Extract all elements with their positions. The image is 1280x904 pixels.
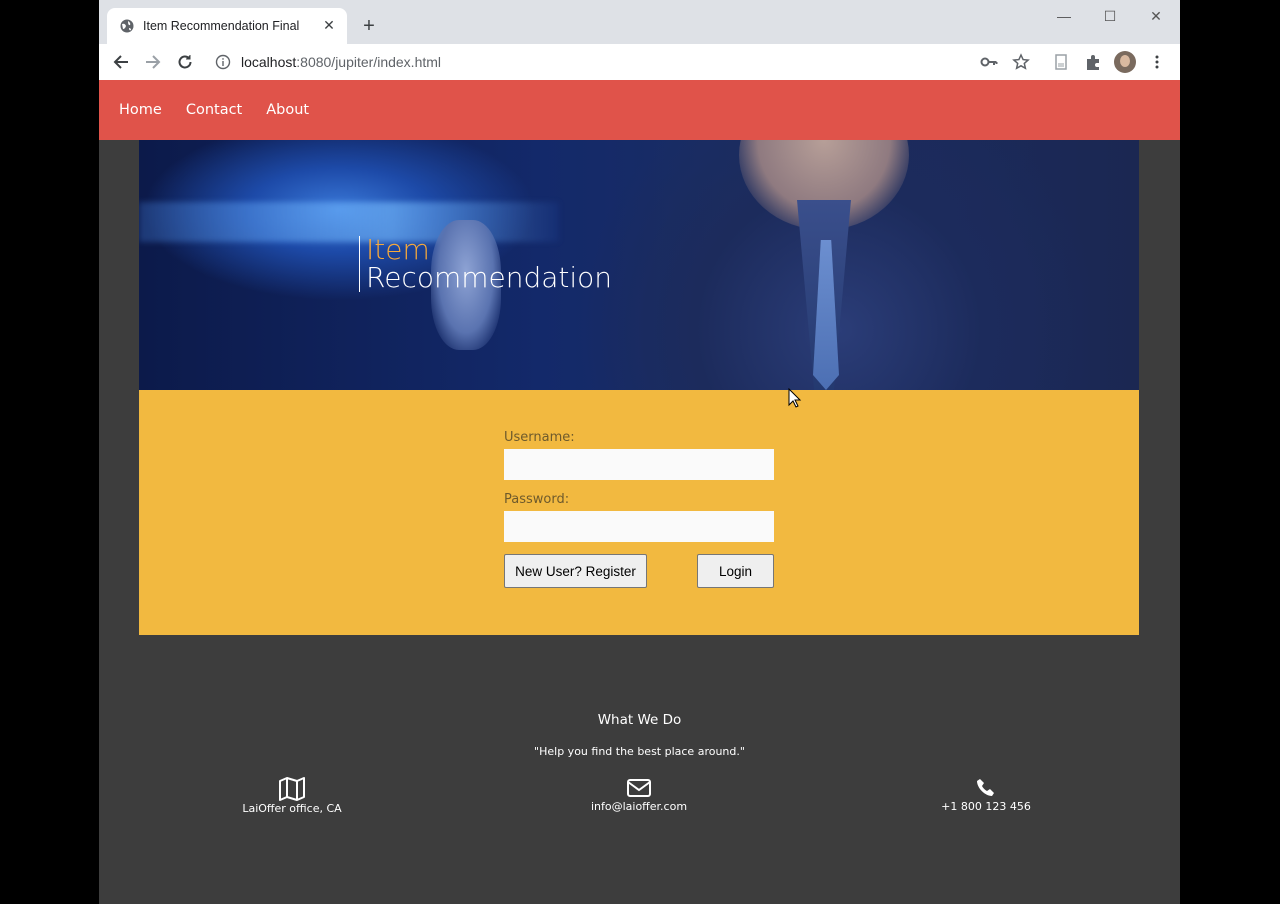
username-field[interactable] <box>504 449 774 480</box>
maximize-icon[interactable]: ☐ <box>1087 4 1133 28</box>
url-host: localhost <box>241 54 297 70</box>
minimize-icon[interactable]: — <box>1041 4 1087 28</box>
extensions-icon[interactable] <box>1081 50 1105 74</box>
browser-tab[interactable]: Item Recommendation Final ✕ <box>107 8 347 44</box>
menu-icon[interactable] <box>1145 50 1169 74</box>
mouse-cursor-icon <box>788 388 802 408</box>
nav-about[interactable]: About <box>266 102 309 118</box>
email-text[interactable]: info@laioffer.com <box>539 800 739 813</box>
tab-strip: Item Recommendation Final ✕ + — ☐ ✕ <box>99 0 1180 44</box>
tab-close-icon[interactable]: ✕ <box>319 16 339 36</box>
footer-email: info@laioffer.com <box>539 777 739 813</box>
top-nav: Home Contact About <box>99 80 1180 140</box>
address-bar[interactable]: localhost:8080/jupiter/index.html <box>207 48 927 76</box>
phone-text: +1 800 123 456 <box>941 800 1031 813</box>
phone-icon <box>977 779 994 796</box>
password-label: Password: <box>504 492 570 507</box>
hero-banner: Item Recommendation <box>139 140 1139 390</box>
location-text: LaiOffer office, CA <box>242 802 342 815</box>
new-tab-icon[interactable]: + <box>357 14 381 38</box>
hero-title-line1: Item <box>366 233 430 266</box>
footer-phone: +1 800 123 456 <box>886 777 1086 813</box>
key-icon[interactable] <box>977 50 1001 74</box>
nav-home[interactable]: Home <box>119 102 162 118</box>
reading-list-icon[interactable] <box>1049 50 1073 74</box>
hero-title-line2: Recommendation <box>366 261 613 294</box>
profile-avatar[interactable] <box>1113 50 1137 74</box>
login-button[interactable]: Login <box>697 554 774 588</box>
reload-icon[interactable] <box>173 50 197 74</box>
web-page: Home Contact About Item Recommendation U… <box>99 80 1180 904</box>
nav-contact[interactable]: Contact <box>186 102 242 118</box>
close-window-icon[interactable]: ✕ <box>1133 4 1179 28</box>
footer-heading: What We Do <box>597 712 682 728</box>
tab-title: Item Recommendation Final <box>143 19 300 33</box>
forward-icon[interactable] <box>141 50 165 74</box>
globe-icon <box>120 19 134 33</box>
footer-quote: "Help you find the best place around." <box>534 745 745 758</box>
login-panel: Username: Password: New User? Register L… <box>139 390 1139 635</box>
info-icon[interactable] <box>215 54 231 70</box>
footer: What We Do "Help you find the best place… <box>99 635 1180 904</box>
browser-window: Item Recommendation Final ✕ + — ☐ ✕ loca… <box>99 0 1180 904</box>
star-icon[interactable] <box>1009 50 1033 74</box>
register-button[interactable]: New User? Register <box>504 554 647 588</box>
map-icon <box>279 777 305 801</box>
password-field[interactable] <box>504 511 774 542</box>
username-label: Username: <box>504 430 575 445</box>
login-form: Username: Password: New User? Register L… <box>504 430 774 590</box>
footer-location: LaiOffer office, CA <box>192 777 392 815</box>
browser-toolbar: localhost:8080/jupiter/index.html <box>99 44 1180 81</box>
hero-title: Item Recommendation <box>359 236 612 292</box>
url-path: :8080/jupiter/index.html <box>296 54 442 70</box>
back-icon[interactable] <box>109 50 133 74</box>
envelope-icon <box>627 779 651 797</box>
